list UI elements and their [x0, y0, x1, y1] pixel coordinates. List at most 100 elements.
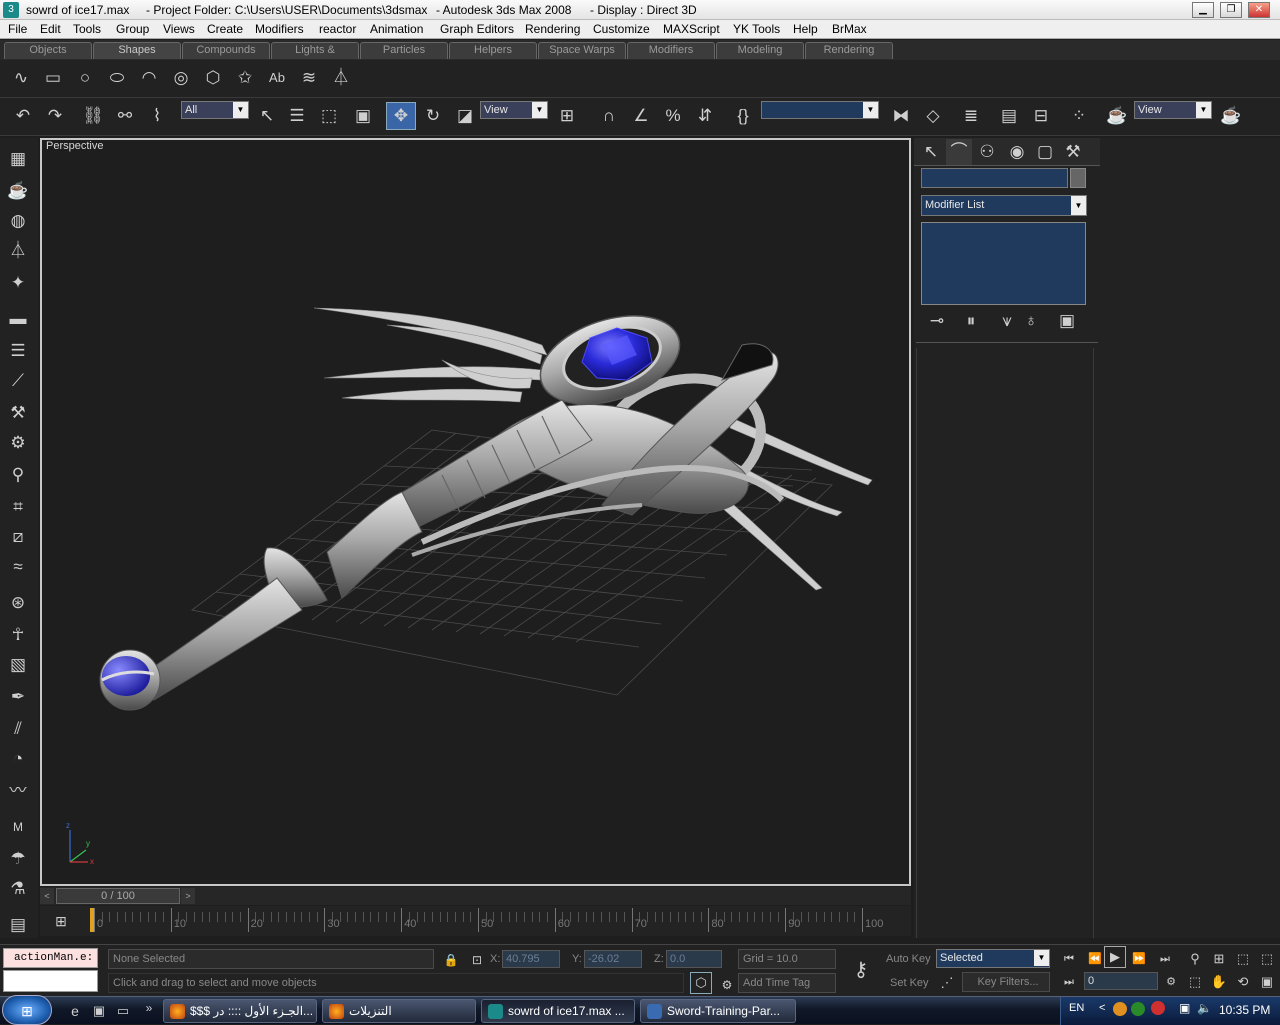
- frame-counter[interactable]: 0 / 100: [56, 888, 180, 904]
- key-filters-button[interactable]: Key Filters...: [962, 972, 1050, 992]
- rectangle-icon[interactable]: ▭: [40, 65, 66, 91]
- menu-brmax[interactable]: BrMax: [832, 22, 867, 36]
- viewport-label[interactable]: Perspective: [46, 140, 103, 152]
- tab-lights-cameras[interactable]: Lights & Cameras: [271, 42, 359, 71]
- cone-icon[interactable]: ⏃: [5, 238, 31, 264]
- quicklaunch-overflow-icon[interactable]: »: [136, 995, 162, 1021]
- helper-icon[interactable]: ◔: [5, 746, 31, 772]
- tab-objects[interactable]: Objects: [4, 42, 92, 59]
- donut-icon[interactable]: ◎: [168, 65, 194, 91]
- layer-manager-icon[interactable]: ≣: [958, 103, 984, 129]
- current-frame-field[interactable]: 0: [1084, 972, 1158, 990]
- app-icon[interactable]: 3: [3, 2, 19, 18]
- reference-coordinate-dropdown[interactable]: View ▼: [480, 101, 548, 119]
- taskbar-item-firefox-forum[interactable]: $$$ الجـزء الأول :::: در...: [163, 999, 317, 1023]
- key-tangent-icon[interactable]: ⋰: [934, 970, 960, 996]
- ellipse-icon[interactable]: ⬭: [104, 65, 130, 91]
- box-icon[interactable]: ▦: [5, 146, 31, 172]
- ffd-icon[interactable]: ⌗: [5, 494, 31, 520]
- bend-icon[interactable]: ⟋: [5, 368, 31, 394]
- ie-quicklaunch-icon[interactable]: e: [62, 998, 88, 1024]
- region-zoom-icon[interactable]: ⬚: [1182, 969, 1208, 995]
- tab-rendering[interactable]: Rendering: [805, 42, 893, 59]
- make-unique-icon[interactable]: ⩛: [994, 308, 1020, 334]
- tray-app-icon[interactable]: [1131, 1002, 1145, 1016]
- select-and-rotate-icon[interactable]: ↻: [420, 103, 446, 129]
- text-icon[interactable]: Ab: [264, 65, 290, 91]
- percent-snap-icon[interactable]: %: [660, 103, 686, 129]
- cloth-icon[interactable]: ⚗: [5, 876, 31, 902]
- menu-reactor[interactable]: reactor: [319, 22, 356, 36]
- bind-space-warp-icon[interactable]: ⌇: [144, 103, 170, 129]
- tab-modifiers[interactable]: Modifiers: [627, 42, 715, 59]
- close-button[interactable]: ✕: [1248, 2, 1270, 18]
- create-tab-icon[interactable]: ↖: [918, 139, 944, 165]
- tray-app-icon[interactable]: [1113, 1002, 1127, 1016]
- star-icon[interactable]: ✩: [232, 65, 258, 91]
- twist-icon[interactable]: ⚙: [5, 430, 31, 456]
- set-key-button[interactable]: Set Key: [890, 973, 936, 993]
- biped-icon[interactable]: ☥: [5, 622, 31, 648]
- select-and-scale-icon[interactable]: ◪: [452, 103, 478, 129]
- align-icon[interactable]: ◇: [920, 103, 946, 129]
- menu-yk-tools[interactable]: YK Tools: [733, 22, 780, 36]
- bone-icon[interactable]: ⫽: [5, 716, 31, 742]
- pan-icon[interactable]: ✋: [1206, 969, 1232, 995]
- menu-create[interactable]: Create: [207, 22, 243, 36]
- circle-icon[interactable]: ○: [72, 65, 98, 91]
- hair-icon[interactable]: ☂: [5, 846, 31, 872]
- clock[interactable]: 10:35 PM: [1219, 1003, 1270, 1017]
- maxscript-listener[interactable]: actionMan.e:: [3, 948, 98, 968]
- x-coordinate-field[interactable]: 40.795: [502, 950, 560, 968]
- time-configuration-icon[interactable]: ⚙: [1158, 969, 1184, 995]
- menu-customize[interactable]: Customize: [593, 22, 650, 36]
- menu-rendering[interactable]: Rendering: [525, 22, 580, 36]
- line-icon[interactable]: ∿: [8, 65, 34, 91]
- play-icon[interactable]: ▶: [1104, 946, 1126, 968]
- configure-modifier-sets-icon[interactable]: ▣: [1054, 308, 1080, 334]
- teapot-icon[interactable]: ☕: [5, 178, 31, 204]
- angle-snap-icon[interactable]: ∠: [628, 103, 654, 129]
- snap-toggle-icon[interactable]: ∩: [596, 103, 622, 129]
- next-frame-icon[interactable]: >: [181, 888, 195, 904]
- tab-shapes[interactable]: Shapes: [93, 42, 181, 59]
- track-bar[interactable]: ⊞ 0 10 20 30 40 50 60 70 80 90 100: [40, 906, 911, 936]
- mini-curve-editor-icon[interactable]: ⊞: [48, 908, 74, 934]
- noise-icon[interactable]: ⚲: [5, 462, 31, 488]
- display-tab-icon[interactable]: ▢: [1032, 139, 1058, 165]
- taskbar-item-3dsmax[interactable]: sowrd of ice17.max ...: [481, 999, 635, 1023]
- section-icon[interactable]: ⏃: [328, 65, 354, 91]
- extrude-icon[interactable]: ▬: [5, 306, 31, 332]
- wave-icon[interactable]: ≈: [5, 554, 31, 580]
- camera-icon[interactable]: ⊛: [5, 590, 31, 616]
- auto-key-button[interactable]: Auto Key: [886, 949, 932, 969]
- menu-edit[interactable]: Edit: [40, 22, 61, 36]
- time-tag-icon[interactable]: ⚙: [714, 972, 740, 998]
- modifier-list-dropdown[interactable]: Modifier List ▼: [921, 195, 1087, 216]
- y-coordinate-field[interactable]: -26.02: [584, 950, 642, 968]
- tab-particles[interactable]: Particles: [360, 42, 448, 59]
- redo-icon[interactable]: ↷: [42, 103, 68, 129]
- key-mode-dropdown[interactable]: Selected ▼: [936, 949, 1050, 968]
- tab-space-warps[interactable]: Space Warps: [538, 42, 626, 59]
- desktop-quicklaunch-icon[interactable]: ▭: [110, 998, 136, 1024]
- network-icon[interactable]: ▣: [1179, 1001, 1190, 1015]
- tray-expand-icon[interactable]: <: [1099, 1002, 1105, 1014]
- mirror-icon[interactable]: ⧓: [888, 103, 914, 129]
- pivot-center-icon[interactable]: ⊞: [554, 103, 580, 129]
- menu-modifiers[interactable]: Modifiers: [255, 22, 304, 36]
- lathe-icon[interactable]: ☰: [5, 338, 31, 364]
- time-slider[interactable]: < 0 / 100 >: [40, 887, 911, 905]
- minimize-button[interactable]: ▁: [1192, 2, 1214, 18]
- next-frame-icon[interactable]: ⏩: [1126, 946, 1152, 972]
- curve-editor-icon[interactable]: ▤: [996, 103, 1022, 129]
- set-key-icon[interactable]: ⚷: [846, 957, 876, 983]
- perspective-viewport[interactable]: z y x: [40, 138, 911, 886]
- tab-helpers[interactable]: Helpers: [449, 42, 537, 59]
- start-button[interactable]: ⊞: [2, 995, 52, 1025]
- select-and-link-icon[interactable]: ⛓: [80, 103, 106, 129]
- tab-modeling[interactable]: Modeling: [716, 42, 804, 59]
- rectangular-selection-icon[interactable]: ⬚: [316, 103, 342, 129]
- menu-animation[interactable]: Animation: [370, 22, 423, 36]
- schematic-view-icon[interactable]: ⊟: [1028, 103, 1054, 129]
